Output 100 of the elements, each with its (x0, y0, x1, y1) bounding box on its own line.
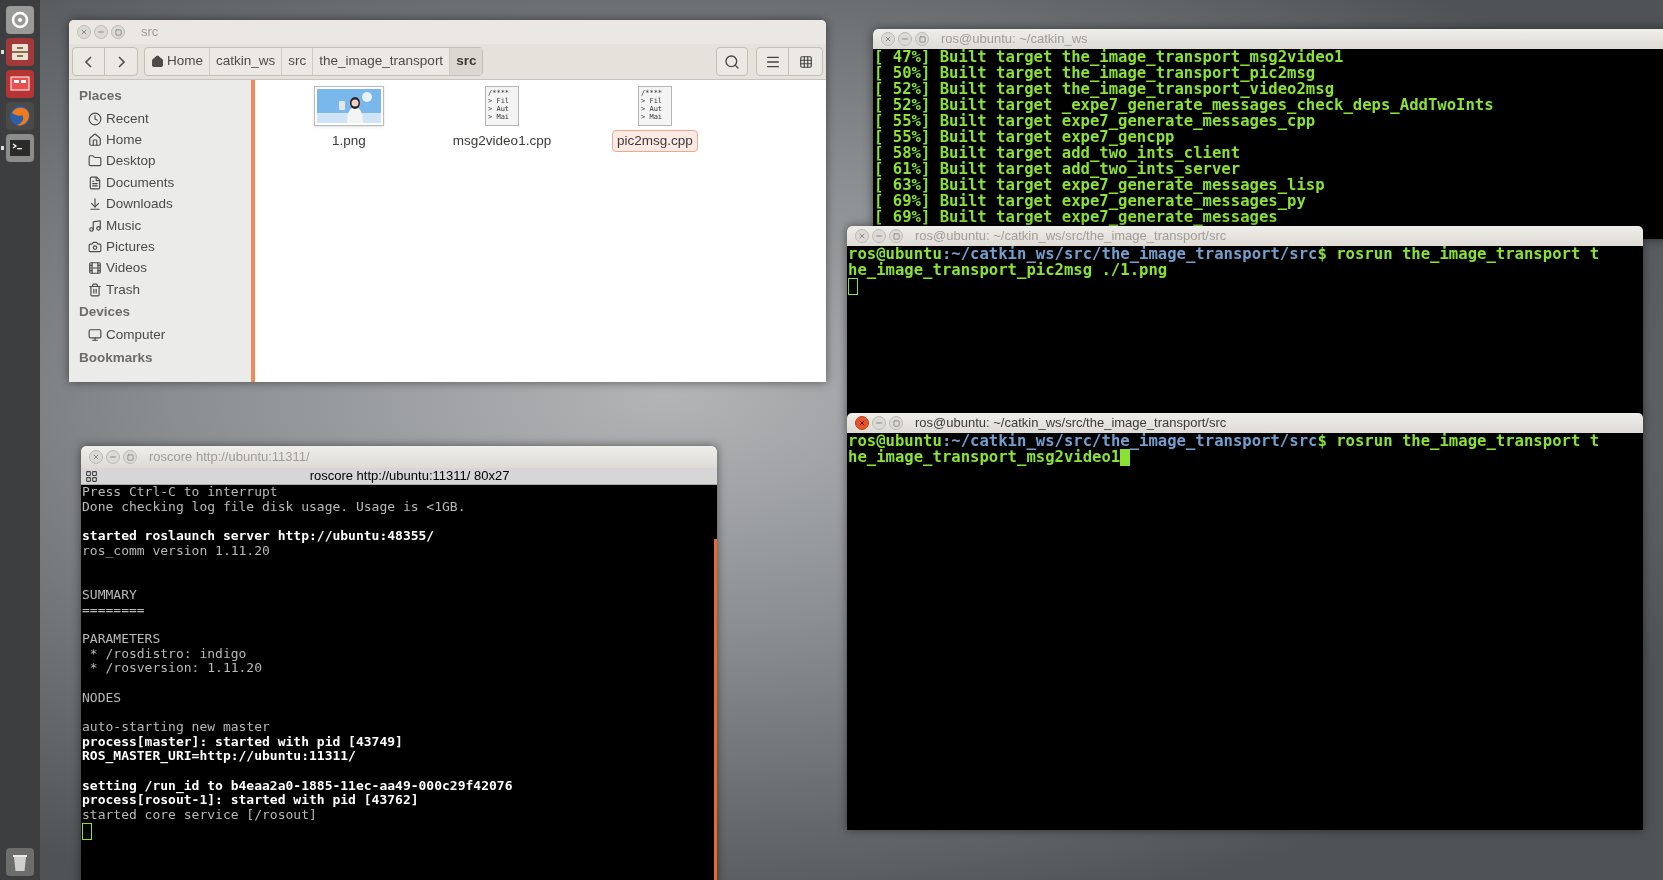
maximize-icon (892, 232, 900, 240)
terminal-line: [ 69%] Built target expe7_generate_messages (874, 209, 1278, 225)
scrollbar[interactable] (714, 539, 717, 880)
sidebar-heading: Devices (78, 303, 132, 322)
document-icon (88, 175, 102, 190)
search-button[interactable] (716, 47, 748, 76)
window-title: ros@ubuntu: ~/catkin_ws/src/the_image_transport/src (915, 227, 1227, 246)
terminal-line: ROS_MASTER_URI=http://ubuntu:11311/ (82, 748, 356, 764)
terminal-line: [ 47%] Built target the_image_transport_msg2video1 (874, 49, 1344, 65)
window-title: ros@ubuntu: ~/catkin_ws (941, 30, 1088, 49)
breadcrumb[interactable]: src (450, 48, 483, 75)
sidebar-item[interactable]: Computer (69, 324, 251, 346)
maximize-button[interactable] (111, 25, 125, 39)
maximize-icon (918, 35, 926, 43)
minimize-icon (901, 35, 909, 43)
window-title: ros@ubuntu: ~/catkin_ws/src/the_image_transport/src (915, 414, 1227, 433)
breadcrumb[interactable]: catkin_ws (210, 48, 283, 75)
maximize-button[interactable] (889, 416, 903, 430)
terminal-line: * /rosversion: 1.11.20 (88, 660, 262, 676)
maximize-button[interactable] (915, 32, 929, 46)
terminal-line: PARAMETERS (82, 630, 161, 646)
sidebar-item[interactable]: Downloads (69, 193, 251, 215)
terminal-line: Done checking log file disk usage. Usage is <1GB. (82, 498, 466, 514)
terminal-line: NODES (82, 689, 122, 705)
file-name[interactable]: 1.png (327, 130, 371, 153)
close-icon (858, 232, 866, 240)
terminal-line: ======== (82, 601, 145, 617)
presentation-icon[interactable] (5, 69, 35, 99)
command-prompt: ros@ubuntu:~/catkin_ws/src/the_image_transport/src$ rosrun the_image_transport t (848, 432, 1600, 450)
minimize-button[interactable] (898, 32, 912, 46)
close-icon (858, 419, 866, 427)
minimize-icon (97, 28, 105, 36)
sidebar-item[interactable]: Documents (69, 172, 251, 194)
maximize-icon (114, 28, 122, 36)
film-icon (88, 261, 102, 276)
terminal-line: [ 61%] Built target add_two_ints_server (874, 161, 1241, 177)
terminal-line: [ 50%] Built target the_image_transport_pic2msg (874, 65, 1316, 81)
terminal-tab[interactable]: roscore http://ubuntu:11311/ 80x27 (102, 466, 717, 486)
terminal-line: [ 58%] Built target add_two_ints_client (874, 145, 1241, 161)
terminal-line: * /rosdistro: indigo (88, 645, 247, 661)
terminal-line: [ 52%] Built target _expe7_generate_messages_check_deps_AddTwoInts (874, 97, 1494, 113)
terminal-line: Press Ctrl-C to interrupt (82, 484, 278, 499)
minimize-button[interactable] (106, 450, 120, 464)
maximize-button[interactable] (123, 450, 137, 464)
trash-icon (88, 282, 102, 297)
music-icon (88, 218, 102, 233)
breadcrumb[interactable]: src (282, 48, 314, 75)
file-name[interactable]: msg2video1.cpp (447, 130, 557, 153)
home-icon (88, 133, 102, 148)
home-icon (151, 55, 164, 68)
camera-icon (88, 240, 102, 255)
terminal-line: [ 55%] Built target expe7_gencpp (874, 129, 1175, 145)
sidebar-item[interactable]: Recent (69, 108, 251, 130)
minimize-icon (875, 419, 883, 427)
computer-icon (88, 328, 102, 343)
forward-icon (117, 55, 125, 68)
terminal-line: [ 63%] Built target expe7_generate_messages_lisp (874, 177, 1325, 193)
text-cursor (848, 278, 858, 295)
trash-icon[interactable] (5, 847, 35, 877)
window-title: roscore http://ubuntu:11311/ (149, 448, 310, 467)
close-icon (80, 28, 88, 36)
sidebar-item[interactable]: Desktop (69, 150, 251, 173)
minimize-button[interactable] (872, 229, 886, 243)
back-icon (85, 55, 92, 68)
tab-menu-icon[interactable] (85, 469, 98, 483)
terminal-line: ros_comm version 1.11.20 (82, 542, 270, 558)
command-prompt: ros@ubuntu:~/catkin_ws/src/the_image_transport/src$ rosrun the_image_transport t (848, 245, 1600, 263)
minimize-icon (875, 232, 883, 240)
terminal-line: he_image_transport_pic2msg ./1.png (848, 262, 1168, 278)
close-icon (884, 35, 892, 43)
text-cursor (82, 822, 92, 840)
close-button[interactable] (855, 416, 869, 430)
terminal-line: process[rosout-1]: started with pid [43762] (82, 792, 419, 808)
terminal-line: [ 55%] Built target expe7_generate_messages_cpp (874, 113, 1316, 129)
browser-icon[interactable] (5, 101, 35, 131)
sidebar-item[interactable]: Videos (69, 257, 251, 280)
terminal-icon[interactable] (5, 133, 35, 163)
breadcrumb[interactable]: Home (145, 48, 210, 75)
file-name[interactable]: pic2msg.cpp (612, 130, 698, 153)
sidebar-heading: Bookmarks (78, 348, 154, 367)
maximize-button[interactable] (889, 229, 903, 243)
sidebar-heading: Places (78, 86, 123, 105)
terminal-line: process[master]: started with pid [43749] (82, 733, 403, 749)
window-title: src (141, 23, 159, 42)
terminal-line: setting /run_id to b4eaa2a0-1885-11ec-aa49-000c29f42076 (82, 777, 513, 793)
close-icon (92, 453, 100, 461)
sidebar-item[interactable]: Pictures (69, 236, 251, 258)
recent-icon (88, 111, 102, 126)
sidebar-item[interactable]: Music (69, 214, 251, 237)
sidebar-item[interactable]: Trash (69, 279, 251, 301)
terminal-line: [ 69%] Built target expe7_generate_messages_py (874, 193, 1306, 209)
terminal-line: auto-starting new master (82, 719, 270, 734)
terminal-line: SUMMARY (82, 586, 137, 602)
image-thumbnail[interactable] (314, 86, 384, 126)
terminal-line: he_image_transport_msg2video1 (848, 449, 1121, 465)
sidebar-item[interactable]: Home (69, 129, 251, 151)
file-cabinet-icon[interactable] (5, 37, 35, 67)
dash-icon[interactable] (5, 5, 35, 35)
minimize-button[interactable] (94, 25, 108, 39)
folder-icon (88, 154, 102, 169)
